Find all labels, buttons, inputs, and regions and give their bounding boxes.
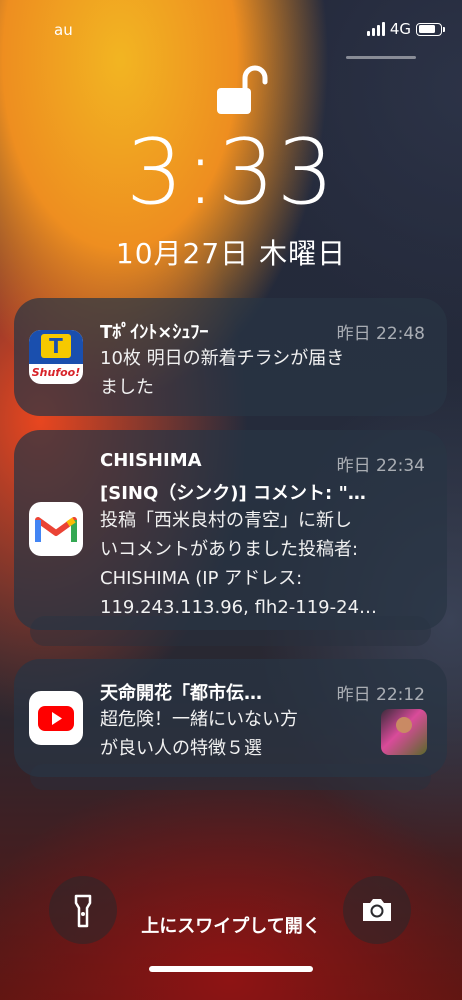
swipe-to-open-hint: 上にスワイプして開く xyxy=(141,916,321,937)
notification-body: 10枚 明日の新着チラシが届き ました xyxy=(100,348,345,398)
unlocked-padlock-icon xyxy=(217,65,268,114)
notification-time: 昨日 22:48 xyxy=(336,324,425,344)
notification-body: 超危険！一緒にいない方 が良い人の特徴５選 xyxy=(100,709,298,759)
notification-time: 昨日 22:12 xyxy=(336,685,425,705)
notification-body: 投稿「西米良村の青空」に新し いコメントがありました投稿者: CHISHIMA … xyxy=(100,510,378,618)
status-indicators: 4G xyxy=(366,20,445,38)
notification-subtitle: [SINQ（シンク)] コメント: "… xyxy=(100,483,366,504)
control-center-indicator[interactable] xyxy=(346,56,416,59)
lockscreen-date: 10月27日 木曜日 xyxy=(115,237,347,270)
battery-level xyxy=(418,25,435,33)
signal-icon xyxy=(366,22,385,36)
notification-title: 天命開花「都市伝… xyxy=(100,683,262,704)
notification-youtube[interactable]: 天命開花「都市伝… 昨日 22:12 超危険！一緒にいない方 が良い人の特徴５選 xyxy=(14,659,447,777)
notification-gmail[interactable]: CHISHIMA 昨日 22:34 [SINQ（シンク)] コメント: "… 投… xyxy=(14,430,447,630)
shufoo-icon: T Shufoo! xyxy=(29,330,83,384)
battery-icon xyxy=(416,22,445,36)
gmail-icon xyxy=(29,502,83,556)
lockscreen-time: 3:33 xyxy=(125,120,337,225)
notification-title: Tﾎﾟｲﾝﾄ×ｼｭﾌｰ xyxy=(100,322,209,343)
notification-time: 昨日 22:34 xyxy=(336,456,425,476)
network-label: 4G xyxy=(389,20,411,38)
notification-title: CHISHIMA xyxy=(100,450,202,471)
notification-shufoo[interactable]: T Shufoo! Tﾎﾟｲﾝﾄ×ｼｭﾌｰ 昨日 22:48 10枚 明日の新着… xyxy=(14,298,447,416)
video-thumbnail xyxy=(381,709,427,755)
status-bar: au 4G xyxy=(0,18,462,42)
youtube-icon xyxy=(29,691,83,745)
home-indicator[interactable] xyxy=(149,966,313,972)
carrier-label: au xyxy=(54,21,73,39)
